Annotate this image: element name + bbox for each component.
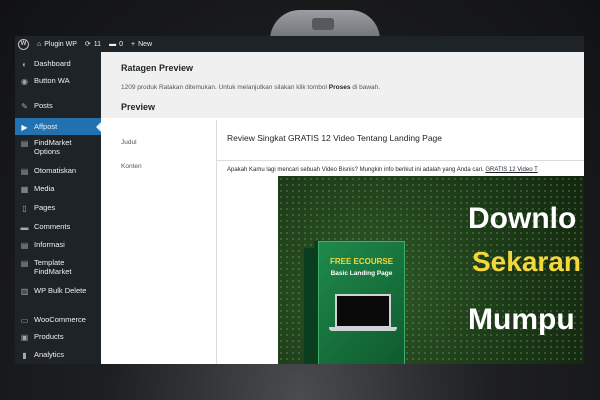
document-icon: ▤	[20, 139, 29, 148]
sidebar-item-posts[interactable]: ✎ Posts	[15, 101, 101, 118]
laptop-icon	[329, 294, 397, 331]
promo-banner-image: FREE ECOURSE Basic Landing Page Downlo S…	[278, 176, 584, 364]
sidebar-item-media[interactable]: ▦ Media	[15, 182, 101, 201]
admin-sidebar: ◐ Dashboard ◉ Button WA ✎ Posts ▶ Affpos…	[15, 52, 101, 364]
woocommerce-icon: ▭	[20, 316, 29, 325]
label-konten: Konten	[121, 163, 142, 170]
new-label: New	[138, 40, 153, 48]
sidebar-item-otomatiskan[interactable]: ▤ Otomatiskan	[15, 163, 101, 182]
sidebar-item-woocommerce[interactable]: ▭ WooCommerce	[15, 312, 101, 330]
banner-headline-1: Downlo	[468, 202, 577, 235]
sidebar-item-template-findmarket[interactable]: ▤ Template FindMarket	[15, 256, 101, 286]
sidebar-item-affpost[interactable]: ▶ Affpost	[15, 118, 101, 135]
box-title: FREE ECOURSE	[329, 257, 394, 266]
screen: W ⌂ Plugin WP ⟳ 11 ▬ 0 + New ◐ Dashboard…	[15, 36, 584, 364]
banner-headline-2: Sekaran	[472, 246, 581, 277]
sidebar-item-findmarket-options[interactable]: ▤ FindMarket Options	[15, 135, 101, 163]
sidebar-item-informasi[interactable]: ▤ Informasi	[15, 238, 101, 256]
post-title: Review Singkat GRATIS 12 Video Tentang L…	[227, 133, 443, 143]
wordpress-logo-icon[interactable]: W	[18, 38, 29, 50]
sidebar-item-analytics[interactable]: ▮ Analytics	[15, 348, 101, 362]
sidebar-item-dashboard[interactable]: ◐ Dashboard	[15, 59, 101, 76]
sidebar-item-products[interactable]: ▣ Products	[15, 330, 101, 348]
intro-text: Apakah Kamu lagi mencari sebuah Video Bi…	[227, 167, 538, 173]
box-side	[304, 248, 318, 364]
sidebar-item-pages[interactable]: ▯ Pages	[15, 201, 101, 220]
media-icon: ▦	[20, 185, 29, 194]
preview-fields: Review Singkat GRATIS 12 Video Tentang L…	[216, 120, 584, 364]
comment-icon: ▬	[109, 40, 117, 48]
comments-count: 0	[119, 40, 123, 48]
post-title-box[interactable]: Review Singkat GRATIS 12 Video Tentang L…	[217, 120, 584, 161]
section-title: Preview	[121, 102, 156, 112]
products-icon: ▣	[20, 333, 29, 342]
analytics-icon: ▮	[22, 351, 27, 360]
comment-icon: ▬	[20, 223, 29, 232]
page-title: Ratagen Preview	[121, 63, 194, 73]
trash-icon: ▥	[20, 287, 29, 296]
admin-bar: W ⌂ Plugin WP ⟳ 11 ▬ 0 + New	[15, 36, 584, 52]
plus-icon: +	[130, 40, 136, 48]
document-icon: ▤	[20, 241, 29, 250]
page-icon: ▯	[22, 204, 27, 213]
intro-link[interactable]: GRATIS 12 Video T	[485, 167, 537, 173]
updates-count: 11	[93, 40, 102, 48]
document-icon: ▤	[20, 259, 29, 268]
site-name: Plugin WP	[44, 40, 77, 48]
dashboard-icon: ◐	[22, 60, 27, 69]
admin-bar-site[interactable]: ⌂ Plugin WP	[37, 41, 77, 48]
pin-icon: ✎	[21, 102, 28, 111]
updates-icon: ⟳	[84, 41, 91, 48]
admin-bar-updates[interactable]: ⟳ 11	[84, 40, 102, 49]
box-subtitle: Basic Landing Page	[330, 270, 393, 277]
ecourse-box: FREE ECOURSE Basic Landing Page	[318, 241, 405, 364]
home-icon: ⌂	[37, 40, 42, 48]
notice-text: 1209 produk Ratakan ditemukan. Untuk mel…	[121, 84, 381, 91]
sidebar-item-wp-bulk-delete[interactable]: ▥ WP Bulk Delete	[15, 286, 101, 304]
whatsapp-icon: ◉	[21, 77, 28, 86]
admin-bar-comments[interactable]: ▬ 0	[109, 41, 123, 48]
sidebar-item-comments[interactable]: ▬ Comments	[15, 220, 101, 238]
sidebar-item-button-wa[interactable]: ◉ Button WA	[15, 76, 101, 93]
play-icon: ▶	[21, 123, 28, 132]
label-judul: Judul	[121, 139, 137, 146]
admin-bar-new[interactable]: + New	[131, 41, 152, 48]
document-icon: ▤	[20, 167, 29, 176]
banner-headline-3: Mumpu	[468, 303, 575, 336]
main-content: Ratagen Preview 1209 produk Ratakan dite…	[101, 52, 584, 364]
